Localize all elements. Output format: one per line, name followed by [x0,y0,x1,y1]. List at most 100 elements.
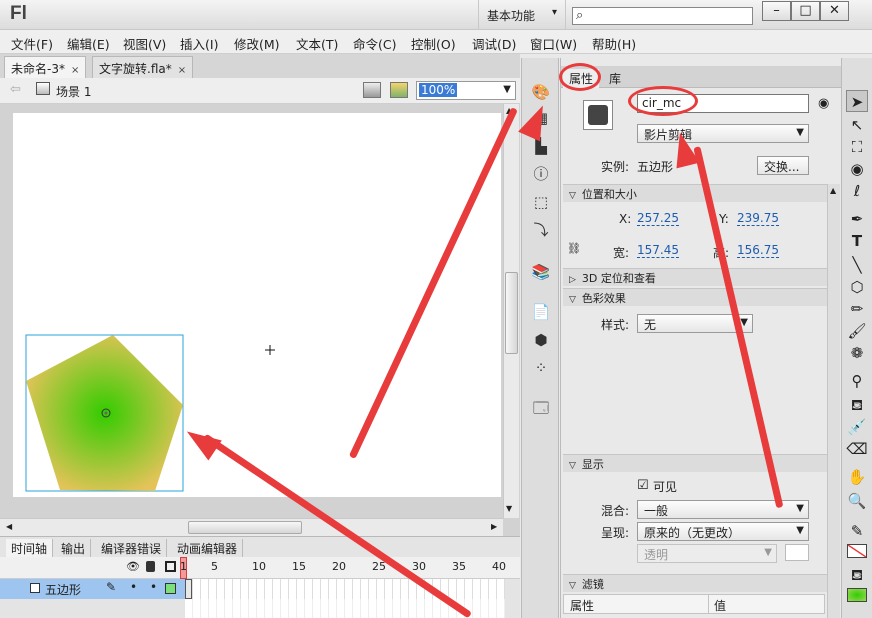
transform-icon[interactable]: ⬚ [531,192,551,212]
tab-output[interactable]: 输出 [56,539,92,558]
menu-help[interactable]: 帮助(H) [592,34,636,53]
zoom-select[interactable]: 100% ▼ [416,81,516,100]
visible-checkbox[interactable]: ☑ [637,478,649,493]
eyedropper-tool-icon[interactable]: 💉 [846,416,868,438]
tab-motion-editor[interactable]: 动画编辑器 [172,539,244,558]
close-icon[interactable]: × [178,65,186,76]
components-icon[interactable]: ⬢ [531,330,551,350]
text-tool-icon[interactable]: T [846,230,868,252]
stroke-color-icon[interactable]: ✎ [846,520,868,542]
tab-library[interactable]: 库 [603,69,627,88]
horizontal-scrollbar[interactable]: ◀ ▶ [0,518,503,536]
properties-scrollbar[interactable]: ▲ [827,184,840,618]
doc-tab-label: 未命名-3* [11,62,65,76]
3d-rotation-tool-icon[interactable]: ◉ [846,158,868,180]
height-value[interactable]: 156.75 [737,244,779,258]
swap-button[interactable]: 交换... [757,156,809,175]
menu-view[interactable]: 视图(V) [123,34,166,53]
lock-icon[interactable] [146,561,155,572]
pencil-tool-icon[interactable]: ✏ [846,298,868,320]
section-3d-position[interactable]: ▷ 3D 定位和查看 [563,268,827,286]
frame-number: 20 [332,560,346,573]
polygon-tool-icon[interactable]: ⬡ [846,276,868,298]
timeline-panel: 时间轴 输出 编译器错误 动画编辑器 👁 1 5 10 15 20 25 30 … [0,536,520,618]
eye-icon[interactable]: 👁 [126,560,140,573]
section-filters[interactable]: ▽ 滤镜 [563,574,827,592]
menu-modify[interactable]: 修改(M) [234,34,280,53]
symbol-type-select[interactable]: 影片剪辑 ▼ [637,124,809,143]
visibility-dot-icon[interactable]: • [130,580,137,594]
help-icon[interactable]: ◉ [818,96,829,111]
outline-icon[interactable] [165,561,176,572]
scroll-down-icon[interactable]: ▼ [506,504,512,513]
menu-commands[interactable]: 命令(C) [353,34,396,53]
project-icon[interactable]: 🗔 [531,398,551,418]
line-tool-icon[interactable]: ╲ [846,254,868,276]
subselection-tool-icon[interactable]: ↖ [846,114,868,136]
eraser-tool-icon[interactable]: ⌫ [846,438,868,460]
width-value[interactable]: 157.45 [637,244,679,258]
layer-row[interactable]: 五边形 ✎ • • [0,579,185,599]
minimize-button[interactable]: – [762,1,791,21]
history-icon[interactable]: ⤵ [531,220,551,240]
menu-control[interactable]: 控制(O) [411,34,456,53]
y-value[interactable]: 239.75 [737,212,779,226]
doc-tab-text-rotate[interactable]: 文字旋转.fla* × [92,56,194,78]
library-icon[interactable]: 📚 [531,262,551,282]
tab-compiler-errors[interactable]: 编译器错误 [96,539,168,558]
menu-file[interactable]: 文件(F) [11,34,53,53]
lasso-tool-icon[interactable]: ℓ [846,180,868,202]
stroke-color-swatch[interactable] [847,544,867,558]
fill-color-icon[interactable]: ⛾ [846,564,868,586]
maximize-button[interactable]: □ [791,1,820,21]
color-icon[interactable]: 🎨 [531,82,551,102]
doc-tab-untitled[interactable]: 未命名-3* × [4,56,87,78]
pen-tool-icon[interactable]: ✒ [846,208,868,230]
workspace-switcher[interactable]: 基本功能 ▾ [478,0,566,30]
menu-edit[interactable]: 编辑(E) [67,34,110,53]
back-arrow-icon[interactable]: ⇦ [10,82,21,97]
scroll-up-icon[interactable]: ▲ [830,186,836,195]
zoom-tool-icon[interactable]: 🔍 [846,490,868,512]
edit-symbols-icon[interactable] [390,82,408,98]
brush-tool-icon[interactable]: 🖌 [846,320,868,342]
scroll-left-icon[interactable]: ◀ [6,522,12,531]
paint-bucket-tool-icon[interactable]: ⛾ [846,394,868,416]
selection-tool-icon[interactable]: ➤ [846,90,868,112]
fill-color-swatch[interactable] [847,588,867,602]
menu-insert[interactable]: 插入(I) [180,34,218,53]
render-select[interactable]: 原来的（无更改） ▼ [637,522,809,541]
menu-text[interactable]: 文本(T) [296,34,338,53]
lock-dot-icon[interactable]: • [150,580,157,594]
free-transform-tool-icon[interactable]: ⛶ [846,136,868,158]
vertical-scroll-thumb[interactable] [505,272,518,354]
info-icon[interactable]: ⓘ [531,164,551,184]
horizontal-scroll-thumb[interactable] [188,521,302,534]
stage-canvas[interactable] [13,113,501,497]
motion-presets-icon[interactable]: ⁘ [531,358,551,378]
blend-select[interactable]: 一般 ▼ [637,500,809,519]
scroll-right-icon[interactable]: ▶ [491,522,497,531]
deco-tool-icon[interactable]: ❁ [846,342,868,364]
search-input[interactable]: ⌕ [572,7,753,25]
section-color-effect[interactable]: ▽ 色彩效果 [563,288,827,306]
section-display[interactable]: ▽ 显示 [563,454,827,472]
menu-debug[interactable]: 调试(D) [472,34,516,53]
keyframe[interactable] [185,579,192,599]
frame-strip[interactable] [185,579,505,599]
tab-timeline[interactable]: 时间轴 [6,539,54,558]
close-icon[interactable]: × [71,65,79,76]
vertical-scrollbar[interactable]: ▲ ▼ [503,104,519,518]
actions-icon[interactable]: 📄 [531,302,551,322]
app-logo: Fl [10,3,27,24]
menu-window[interactable]: 窗口(W) [530,34,577,53]
section-title: 3D 定位和查看 [581,272,656,285]
close-button[interactable]: ✕ [820,1,849,21]
link-lock-icon[interactable]: ⛓ [567,242,581,255]
hand-tool-icon[interactable]: ✋ [846,466,868,488]
edit-scene-icon[interactable] [363,82,381,98]
x-value[interactable]: 257.25 [637,212,679,226]
bone-tool-icon[interactable]: ⚲ [846,370,868,392]
outline-color-icon[interactable] [165,583,176,594]
section-position-size[interactable]: ▽ 位置和大小 [563,184,827,202]
